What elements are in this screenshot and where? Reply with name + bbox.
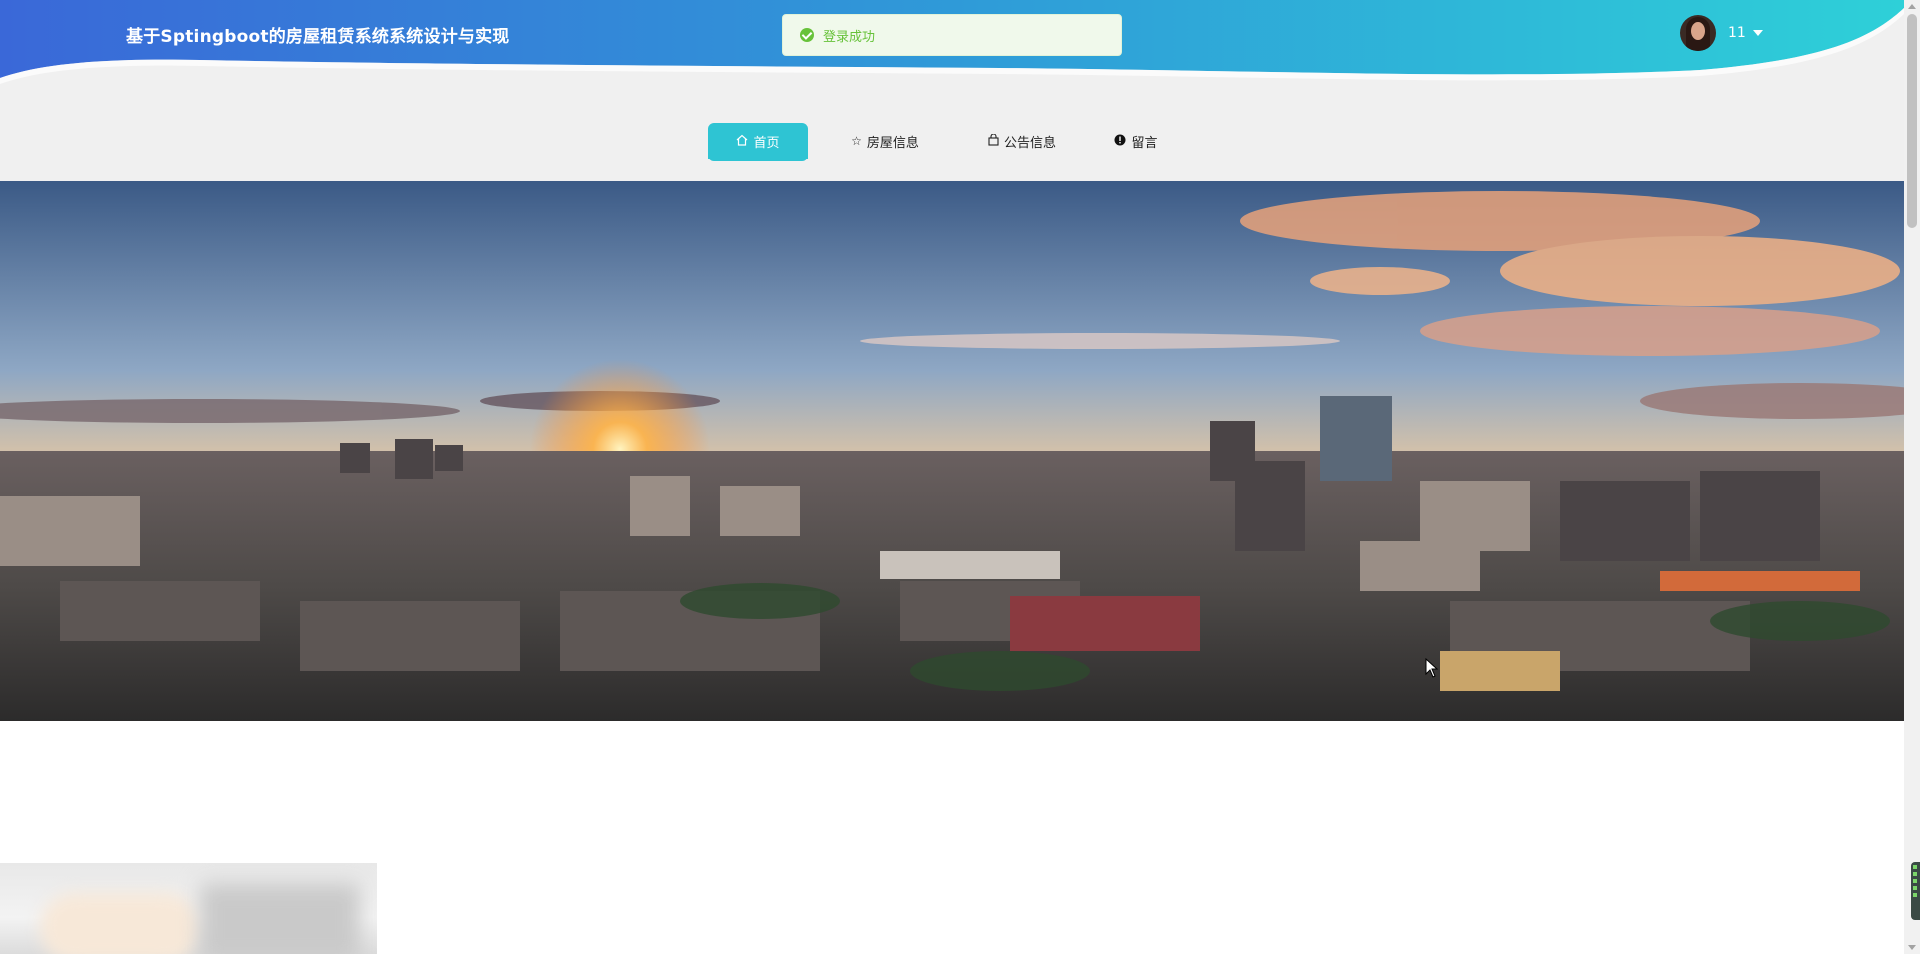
scrollbar-thumb[interactable] — [1907, 14, 1917, 228]
side-float-widget[interactable] — [1911, 862, 1920, 920]
caret-down-icon[interactable] — [1752, 30, 1763, 36]
page-scrollbar[interactable] — [1904, 0, 1920, 954]
content-image-preview — [0, 863, 377, 954]
nav-item-messages[interactable]: 留言 — [1096, 123, 1176, 159]
banner-carousel[interactable] — [0, 181, 1904, 721]
scroll-down-arrow-icon[interactable] — [1908, 945, 1916, 950]
star-icon: ☆ — [851, 134, 862, 148]
scroll-up-arrow-icon[interactable] — [1908, 4, 1916, 9]
site-title: 基于Sptingboot的房屋租赁系统系统设计与实现 — [126, 27, 510, 47]
nav-item-house-info[interactable]: ☆ 房屋信息 — [835, 123, 935, 159]
mouse-cursor-icon — [1425, 658, 1439, 678]
user-menu[interactable]: 11 — [1680, 15, 1763, 51]
nav-label-notices: 公告信息 — [1003, 135, 1056, 151]
nav-item-notices[interactable]: 公告信息 — [972, 123, 1072, 159]
check-circle-icon — [800, 28, 814, 42]
nav-label-home: 首页 — [753, 135, 780, 151]
bag-icon — [988, 132, 999, 149]
exclamation-circle-icon — [1114, 134, 1126, 149]
main-nav: 首页 ☆ 房屋信息 公告信息 留言 — [0, 90, 1904, 181]
top-header: 基于Sptingboot的房屋租赁系统系统设计与实现 登录成功 11 — [0, 0, 1904, 90]
nav-label-messages: 留言 — [1131, 135, 1158, 151]
toast-message: 登录成功 — [823, 29, 876, 45]
avatar[interactable] — [1680, 15, 1716, 51]
home-icon — [736, 134, 748, 149]
city-skyline-sunset-photo — [0, 181, 1904, 721]
login-success-toast: 登录成功 — [782, 14, 1122, 56]
nav-label-house-info: 房屋信息 — [866, 135, 919, 151]
user-name[interactable]: 11 — [1728, 25, 1746, 41]
nav-item-home[interactable]: 首页 — [708, 123, 808, 161]
